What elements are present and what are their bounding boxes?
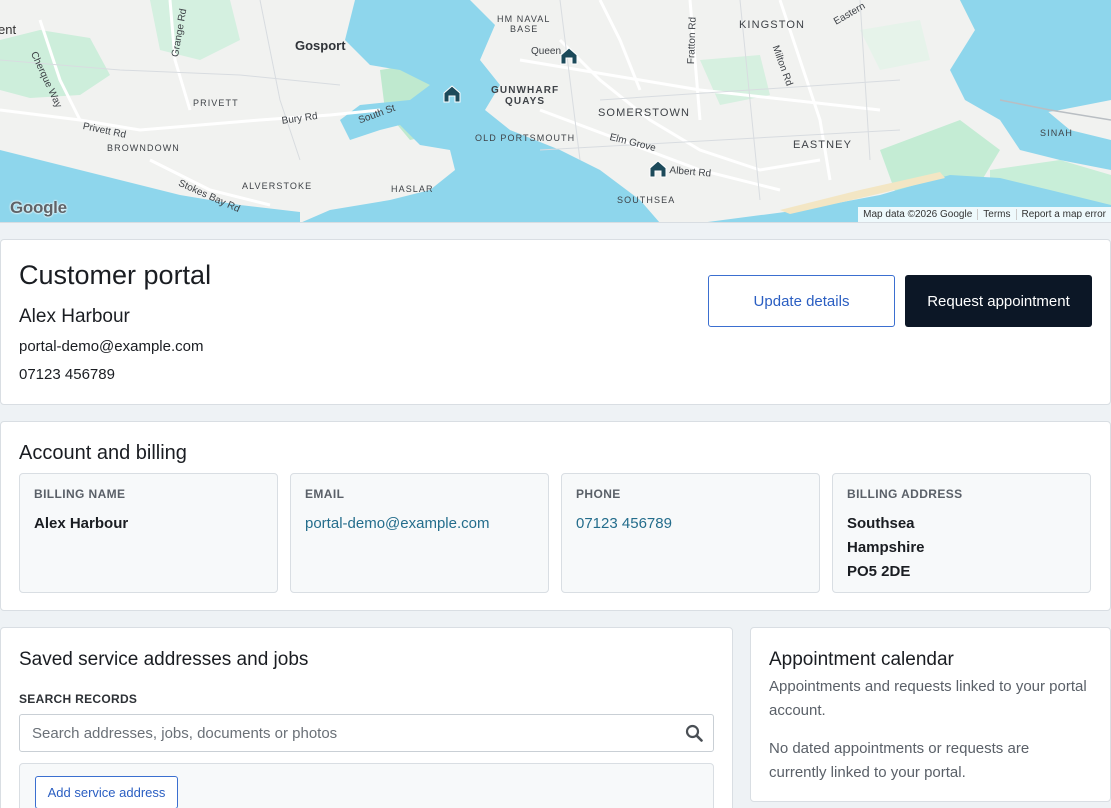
map-label-kingston: KINGSTON — [739, 19, 806, 31]
billing-name-label: BILLING NAME — [34, 487, 126, 501]
service-address-panel: Add service address — [19, 763, 714, 808]
customer-name: Alex Harbour — [19, 306, 130, 327]
house-pin-icon[interactable] — [560, 47, 578, 65]
add-service-address-button[interactable]: Add service address — [35, 776, 178, 808]
billing-name-value: Alex Harbour — [34, 515, 129, 532]
map[interactable]: ent Cherque Way Grange Rd Gosport HM NAV… — [0, 0, 1111, 223]
house-pin-icon[interactable] — [649, 160, 667, 178]
map-label-sinah: SINAH — [1040, 128, 1074, 138]
profile-card: Customer portal Alex Harbour portal-demo… — [0, 239, 1111, 405]
map-label-privett: PRIVETT — [193, 98, 239, 108]
billing-address-line: Southsea — [847, 515, 915, 532]
calendar-empty-state: No dated appointments or requests are cu… — [769, 740, 1030, 781]
billing-address-line: Hampshire — [847, 539, 925, 556]
map-label-fratton-rd: Fratton Rd — [686, 16, 699, 65]
map-label-gunwharf: GUNWHARF — [491, 85, 560, 96]
map-label-base: BASE — [510, 24, 539, 34]
map-attribution: Map data ©2026 Google Terms Report a map… — [858, 207, 1111, 222]
request-appointment-button[interactable]: Request appointment — [905, 275, 1092, 327]
customer-email: portal-demo@example.com — [19, 338, 204, 355]
map-label-eastney: EASTNEY — [793, 139, 853, 151]
search-records-label: SEARCH RECORDS — [19, 692, 138, 706]
map-label-browndown: BROWNDOWN — [107, 143, 180, 153]
page-title: Customer portal — [19, 260, 212, 290]
appointment-calendar-card: Appointment calendar Appointments and re… — [750, 627, 1111, 802]
billing-phone-link[interactable]: 07123 456789 — [576, 512, 672, 536]
customer-phone: 07123 456789 — [19, 366, 115, 383]
map-label-old-portsmouth: OLD PORTSMOUTH — [475, 133, 576, 143]
calendar-title: Appointment calendar — [769, 649, 954, 670]
billing-address-line: PO5 2DE — [847, 563, 911, 580]
search-icon[interactable] — [685, 724, 703, 742]
search-box — [19, 714, 714, 752]
billing-email-box: EMAIL portal-demo@example.com — [290, 473, 549, 593]
house-pin-icon[interactable] — [443, 85, 461, 103]
map-label-queen: Queen — [531, 46, 562, 57]
jobs-section-title: Saved service addresses and jobs — [19, 649, 309, 670]
billing-address-label: BILLING ADDRESS — [847, 487, 963, 501]
billing-email-link[interactable]: portal-demo@example.com — [305, 512, 489, 536]
map-terms-link[interactable]: Terms — [977, 209, 1015, 220]
billing-phone-label: PHONE — [576, 487, 621, 501]
search-records-input[interactable] — [20, 715, 670, 751]
billing-section-title: Account and billing — [19, 442, 187, 464]
map-label-haslar: HASLAR — [391, 184, 434, 194]
update-details-button[interactable]: Update details — [708, 275, 895, 327]
calendar-description: Appointments and requests linked to your… — [769, 678, 1087, 719]
billing-address-value: Southsea Hampshire PO5 2DE — [847, 512, 925, 584]
billing-address-box: BILLING ADDRESS Southsea Hampshire PO5 2… — [832, 473, 1091, 593]
map-label-somerstown: SOMERSTOWN — [598, 107, 691, 119]
map-label-alverstoke: ALVERSTOKE — [242, 181, 313, 191]
map-data-text: Map data ©2026 Google — [863, 209, 973, 220]
map-label-hm-naval: HM NAVAL — [497, 14, 551, 24]
map-label-ent: ent — [0, 22, 17, 37]
google-logo: Google — [10, 198, 67, 217]
billing-name-box: BILLING NAME Alex Harbour — [19, 473, 278, 593]
report-map-error-link[interactable]: Report a map error — [1015, 209, 1111, 220]
billing-phone-box: PHONE 07123 456789 — [561, 473, 820, 593]
map-canvas — [0, 0, 1111, 222]
account-billing-card: Account and billing BILLING NAME Alex Ha… — [0, 421, 1111, 611]
map-label-southsea: SOUTHSEA — [617, 195, 676, 205]
map-label-quays: QUAYS — [505, 96, 546, 107]
billing-email-label: EMAIL — [305, 487, 345, 501]
map-label-gosport: Gosport — [295, 38, 346, 53]
service-addresses-card: Saved service addresses and jobs SEARCH … — [0, 627, 733, 808]
